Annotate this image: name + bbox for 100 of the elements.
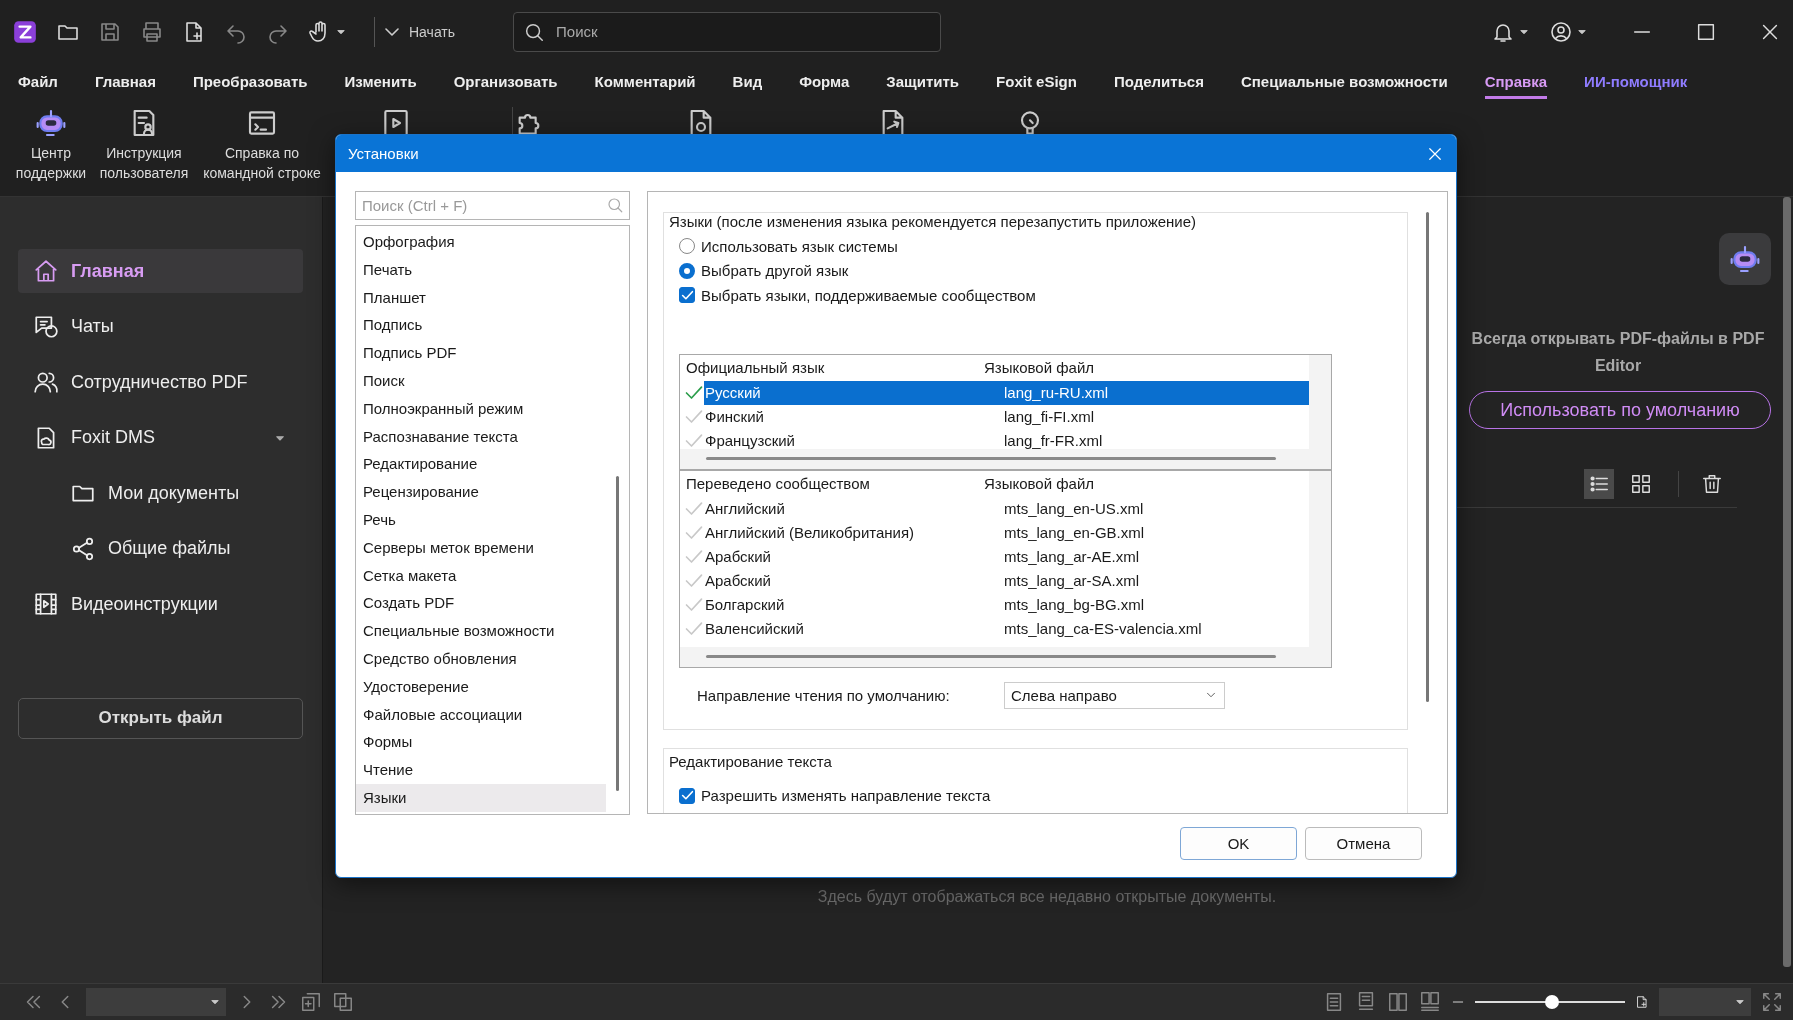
menu-tab[interactable]: Специальные возможности (1240, 67, 1448, 99)
print-icon[interactable] (140, 19, 164, 44)
list-view-button[interactable] (1584, 469, 1614, 499)
reading-direction-dropdown[interactable]: Слева направо (1004, 681, 1225, 709)
category-item[interactable]: Средство обновления (356, 644, 606, 673)
table-row[interactable]: Английский (Великобритания) mts_lang_en-GB.xml (704, 520, 1309, 545)
table-row[interactable]: Финский lang_fi-FI.xml (704, 404, 1309, 429)
menu-tab[interactable]: ИИ-помощник (1584, 67, 1688, 99)
table-row[interactable]: Русский lang_ru-RU.xml (704, 380, 1309, 405)
open-file-button[interactable]: Открыть файл (18, 697, 303, 739)
home-icon (33, 258, 59, 284)
category-item[interactable]: Формы (356, 728, 606, 757)
sidebar-item[interactable]: Видеоинструкции (18, 582, 303, 626)
table-row[interactable]: Арабский mts_lang_ar-SA.xml (704, 568, 1309, 593)
table-cell-text: Английский (704, 500, 786, 517)
category-item[interactable]: Печать (356, 255, 606, 284)
table-cell-text: Английский (Великобритания) (704, 524, 916, 541)
category-item[interactable]: Чтение (356, 756, 606, 784)
menu-tab[interactable]: Защитить (886, 67, 960, 99)
category-item[interactable]: Планшет (356, 283, 606, 312)
category-item[interactable]: Серверы меток времени (356, 533, 606, 562)
ribbon-button[interactable]: Инструкция пользователя (94, 107, 194, 183)
option-label: Выбрать другой язык (701, 262, 849, 280)
pages-icon[interactable] (332, 991, 354, 1013)
category-item[interactable]: Языки (356, 783, 606, 812)
category-item[interactable]: Поиск (356, 367, 606, 395)
ribbon-button[interactable]: Справка по командной строке (194, 107, 330, 183)
column-header: Официальный язык (686, 359, 825, 376)
search-field[interactable]: Поиск (Ctrl + F) (355, 191, 630, 220)
table-cell: mts_lang_ar-AE.xml (1004, 548, 1140, 565)
radio-button[interactable] (679, 262, 695, 279)
table-cell: lang_ru-RU.xml (1004, 384, 1109, 401)
table-row[interactable]: Валенсийский mts_lang_ca-ES-valencia.xml (704, 616, 1309, 641)
table-row[interactable]: Болгарский mts_lang_bg-BG.xml (704, 592, 1309, 617)
menu-tab[interactable]: Преобразовать (192, 67, 308, 99)
menu-tab[interactable]: Вид (732, 67, 763, 99)
trash-icon[interactable] (1701, 473, 1723, 495)
scrollbar[interactable] (706, 655, 1276, 658)
category-item[interactable]: Сетка макета (356, 561, 606, 590)
category-item[interactable]: Полноэкранный режим (356, 394, 606, 423)
menu-tab[interactable]: Главная (94, 67, 156, 99)
share-icon (70, 535, 96, 562)
sidebar-item[interactable]: Сотрудничество PDF (18, 360, 303, 404)
start-button[interactable]: Начать (374, 16, 456, 47)
menu-tab[interactable]: Поделиться (1113, 67, 1204, 99)
robot-icon (1729, 243, 1761, 275)
menu-tab[interactable]: Комментарий (594, 67, 696, 99)
two-page-icon[interactable] (1387, 991, 1409, 1013)
sidebar-item[interactable]: Foxit DMS (18, 415, 303, 460)
sidebar-item[interactable]: Главная (18, 249, 303, 293)
category-item[interactable]: Создать PDF (356, 589, 606, 618)
ribbon-button[interactable]: Центр поддержки (8, 107, 94, 183)
assistant-button[interactable] (1719, 233, 1771, 285)
empty-state-text: Здесь будут отображаться все недавно открытые документы. (816, 888, 1278, 906)
slider-thumb[interactable] (1544, 995, 1559, 1009)
category-item[interactable]: Распознавание текста (356, 422, 606, 451)
menu-tab[interactable]: Foxit eSign (996, 67, 1077, 99)
menu-tab[interactable]: Форма (799, 67, 850, 99)
menu-tab[interactable]: Изменить (344, 67, 417, 99)
option-label: Выбрать языки, поддерживаемые сообществом (701, 286, 1036, 304)
scrollbar[interactable] (616, 476, 619, 791)
table-cell: lang_fi-FI.xml (1004, 408, 1095, 425)
table-row[interactable]: Английский mts_lang_en-US.xml (704, 496, 1309, 521)
menu-tab[interactable]: Файл (18, 67, 58, 99)
table-row[interactable]: Французский lang_fr-FR.xml (704, 428, 1309, 449)
category-item[interactable]: Удостоверение (356, 672, 606, 701)
table-row[interactable]: Арабский mts_lang_ar-AE.xml (704, 544, 1309, 569)
scrollbar[interactable] (1783, 197, 1791, 967)
scrollbar[interactable] (1426, 212, 1429, 702)
category-item[interactable]: Орфография (356, 228, 606, 256)
category-item[interactable]: Подпись (356, 311, 606, 340)
ok-button[interactable]: OK (1180, 827, 1297, 860)
category-item[interactable]: Файловые ассоциации (356, 700, 606, 729)
menu-tab[interactable]: Справка (1484, 67, 1548, 99)
table-cell: mts_lang_en-GB.xml (1004, 524, 1145, 541)
category-item[interactable]: Рецензирование (356, 478, 606, 506)
checkmark-icon (680, 288, 694, 302)
category-item[interactable]: Подпись PDF (356, 339, 606, 367)
sidebar-item[interactable]: Мои документы (18, 471, 303, 515)
checkbox[interactable] (679, 787, 695, 804)
cancel-button[interactable]: Отмена (1305, 827, 1422, 860)
sidebar-item[interactable]: Общие файлы (18, 526, 303, 571)
category-item[interactable]: Речь (356, 505, 606, 534)
menu-tab[interactable]: Организовать (453, 67, 558, 99)
checkbox[interactable] (679, 287, 695, 304)
scrollbar[interactable] (706, 457, 1276, 460)
option-label: Использовать язык системы (701, 237, 898, 255)
chevron-down-icon (385, 27, 399, 36)
table-cell-text: Арабский (704, 572, 772, 589)
radio-button[interactable] (679, 238, 695, 255)
fullscreen-icon[interactable] (1761, 991, 1783, 1013)
category-item[interactable]: Редактирование (356, 450, 606, 479)
list-icon (1588, 473, 1610, 495)
page-number-field[interactable] (86, 988, 226, 1016)
column-header: Переведено сообществом (686, 475, 870, 492)
search-field[interactable]: Поиск (513, 11, 942, 52)
sidebar-item[interactable]: Чаты (18, 304, 303, 349)
user-icon (1549, 19, 1573, 44)
two-page-scroll-icon[interactable] (1419, 991, 1441, 1013)
category-item[interactable]: Специальные возможности (356, 617, 606, 645)
